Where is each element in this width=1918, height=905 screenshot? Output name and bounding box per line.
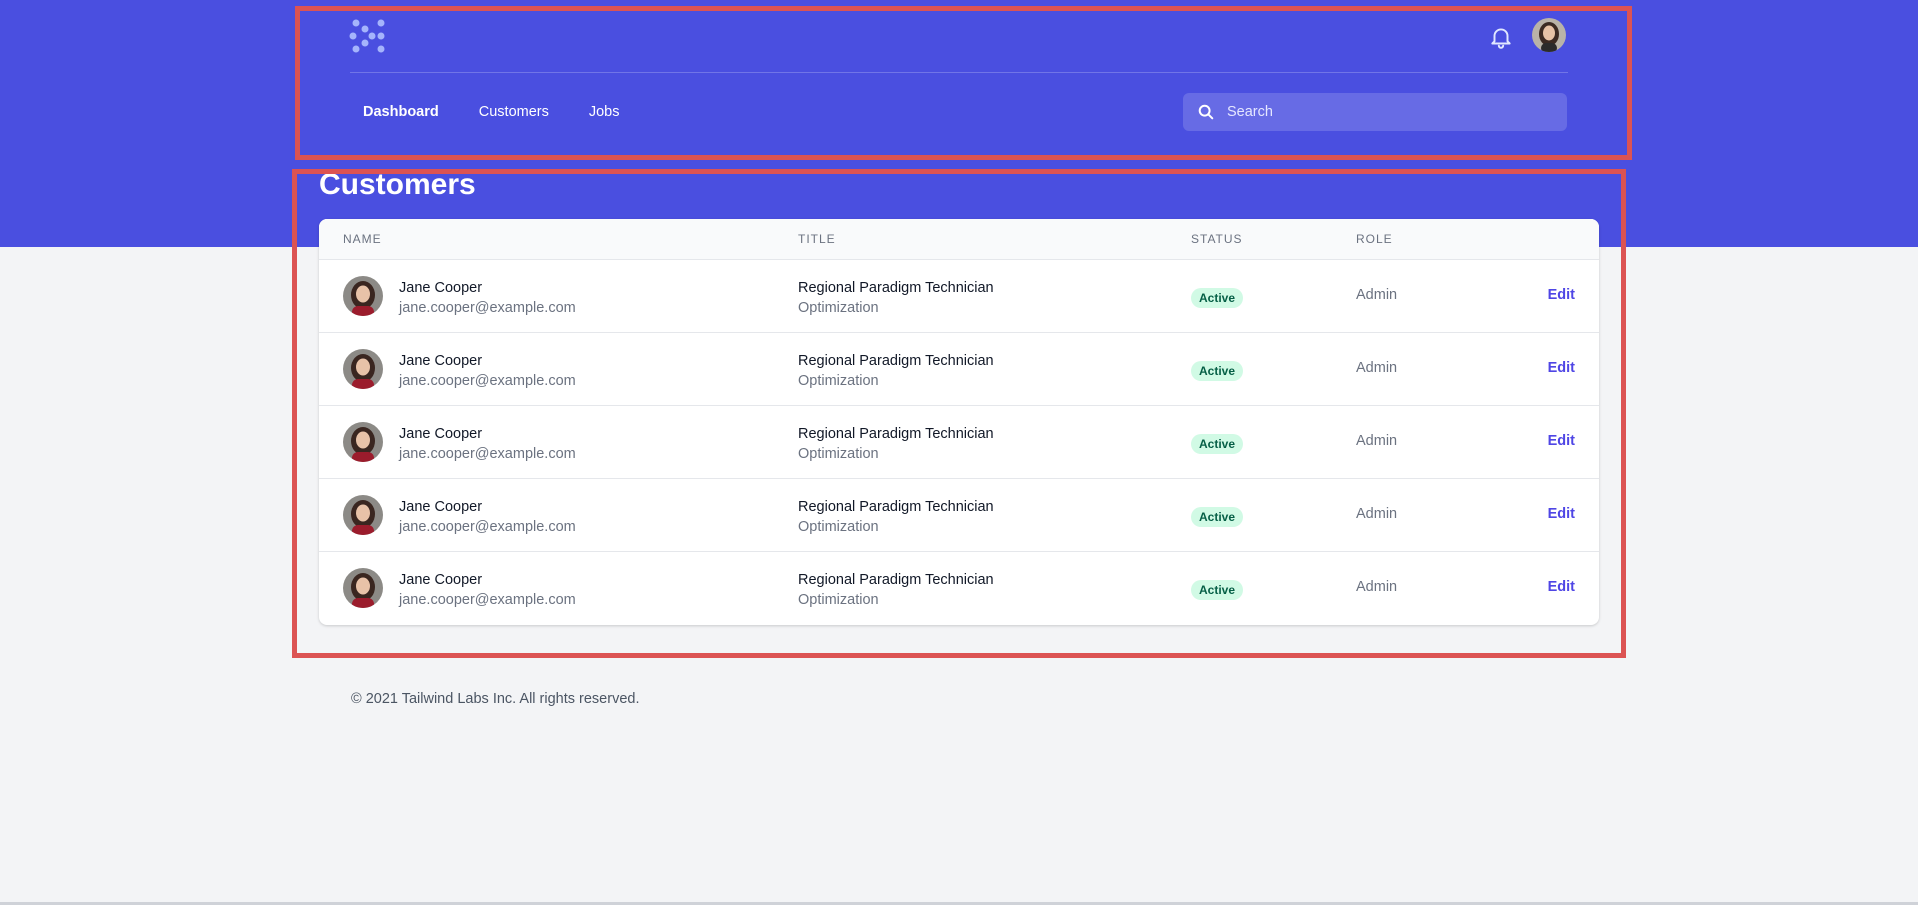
- job-title: Regional Paradigm Technician: [798, 353, 994, 369]
- nav-jobs[interactable]: Jobs: [576, 96, 633, 128]
- customer-cell: Jane Cooper jane.cooper@example.com: [399, 424, 576, 464]
- search-box[interactable]: [1183, 93, 1567, 131]
- customer-email: jane.cooper@example.com: [399, 592, 576, 608]
- title-cell: Regional Paradigm Technician Optimizatio…: [798, 570, 994, 610]
- search-input[interactable]: [1225, 103, 1549, 121]
- role-cell: Admin: [1356, 287, 1398, 303]
- column-header-role: Role: [1356, 232, 1393, 246]
- department: Optimization: [798, 446, 879, 462]
- table-row: Jane Cooper jane.cooper@example.com Regi…: [319, 333, 1599, 406]
- search-icon: [1198, 104, 1214, 120]
- avatar: [343, 495, 383, 535]
- customer-cell: Jane Cooper jane.cooper@example.com: [399, 278, 576, 318]
- table-header: Name Title Status Role: [319, 219, 1599, 260]
- nav-customers[interactable]: Customers: [466, 96, 562, 128]
- status-badge: Active: [1191, 580, 1244, 600]
- avatar: [343, 568, 383, 608]
- avatar: [343, 349, 383, 389]
- title-cell: Regional Paradigm Technician Optimizatio…: [798, 497, 994, 537]
- avatar: [343, 422, 383, 462]
- role-cell: Admin: [1356, 433, 1398, 449]
- user-avatar[interactable]: [1532, 18, 1566, 52]
- edit-button[interactable]: Edit: [1548, 579, 1575, 595]
- department: Optimization: [798, 373, 879, 389]
- column-header-title: Title: [798, 232, 836, 246]
- job-title: Regional Paradigm Technician: [798, 426, 994, 442]
- job-title: Regional Paradigm Technician: [798, 572, 994, 588]
- status-badge: Active: [1191, 288, 1244, 308]
- header-background: [0, 0, 1918, 247]
- edit-button[interactable]: Edit: [1548, 287, 1575, 303]
- customer-cell: Jane Cooper jane.cooper@example.com: [399, 570, 576, 610]
- role-cell: Admin: [1356, 506, 1398, 522]
- title-cell: Regional Paradigm Technician Optimizatio…: [798, 278, 994, 318]
- customer-name: Jane Cooper: [399, 499, 483, 515]
- status-badge: Active: [1191, 507, 1244, 527]
- customer-name: Jane Cooper: [399, 426, 483, 442]
- customer-cell: Jane Cooper jane.cooper@example.com: [399, 497, 576, 537]
- department: Optimization: [798, 300, 879, 316]
- job-title: Regional Paradigm Technician: [798, 280, 994, 296]
- customer-email: jane.cooper@example.com: [399, 519, 576, 535]
- department: Optimization: [798, 519, 879, 535]
- table-body: Jane Cooper jane.cooper@example.com Regi…: [319, 260, 1599, 624]
- customers-table: Name Title Status Role Jane Cooper jane.…: [319, 219, 1599, 625]
- title-cell: Regional Paradigm Technician Optimizatio…: [798, 351, 994, 391]
- header-divider: [350, 72, 1568, 73]
- page-title: Customers: [319, 168, 476, 201]
- customer-email: jane.cooper@example.com: [399, 373, 576, 389]
- edit-button[interactable]: Edit: [1548, 360, 1575, 376]
- customer-name: Jane Cooper: [399, 353, 483, 369]
- table-row: Jane Cooper jane.cooper@example.com Regi…: [319, 479, 1599, 552]
- job-title: Regional Paradigm Technician: [798, 499, 994, 515]
- role-cell: Admin: [1356, 360, 1398, 376]
- role-cell: Admin: [1356, 579, 1398, 595]
- nav-dashboard[interactable]: Dashboard: [350, 96, 452, 128]
- logo-icon[interactable]: [349, 18, 389, 54]
- column-header-status: Status: [1191, 232, 1243, 246]
- customer-name: Jane Cooper: [399, 572, 483, 588]
- avatar: [343, 276, 383, 316]
- customer-email: jane.cooper@example.com: [399, 300, 576, 316]
- edit-button[interactable]: Edit: [1548, 506, 1575, 522]
- customer-cell: Jane Cooper jane.cooper@example.com: [399, 351, 576, 391]
- customer-name: Jane Cooper: [399, 280, 483, 296]
- footer-copyright: © 2021 Tailwind Labs Inc. All rights res…: [351, 691, 640, 707]
- status-badge: Active: [1191, 434, 1244, 454]
- table-row: Jane Cooper jane.cooper@example.com Regi…: [319, 552, 1599, 624]
- table-row: Jane Cooper jane.cooper@example.com Regi…: [319, 260, 1599, 333]
- edit-button[interactable]: Edit: [1548, 433, 1575, 449]
- main-nav: Dashboard Customers Jobs: [350, 95, 647, 129]
- department: Optimization: [798, 592, 879, 608]
- table-row: Jane Cooper jane.cooper@example.com Regi…: [319, 406, 1599, 479]
- status-badge: Active: [1191, 361, 1244, 381]
- title-cell: Regional Paradigm Technician Optimizatio…: [798, 424, 994, 464]
- bell-icon[interactable]: [1488, 24, 1514, 50]
- column-header-name: Name: [343, 232, 382, 246]
- customer-email: jane.cooper@example.com: [399, 446, 576, 462]
